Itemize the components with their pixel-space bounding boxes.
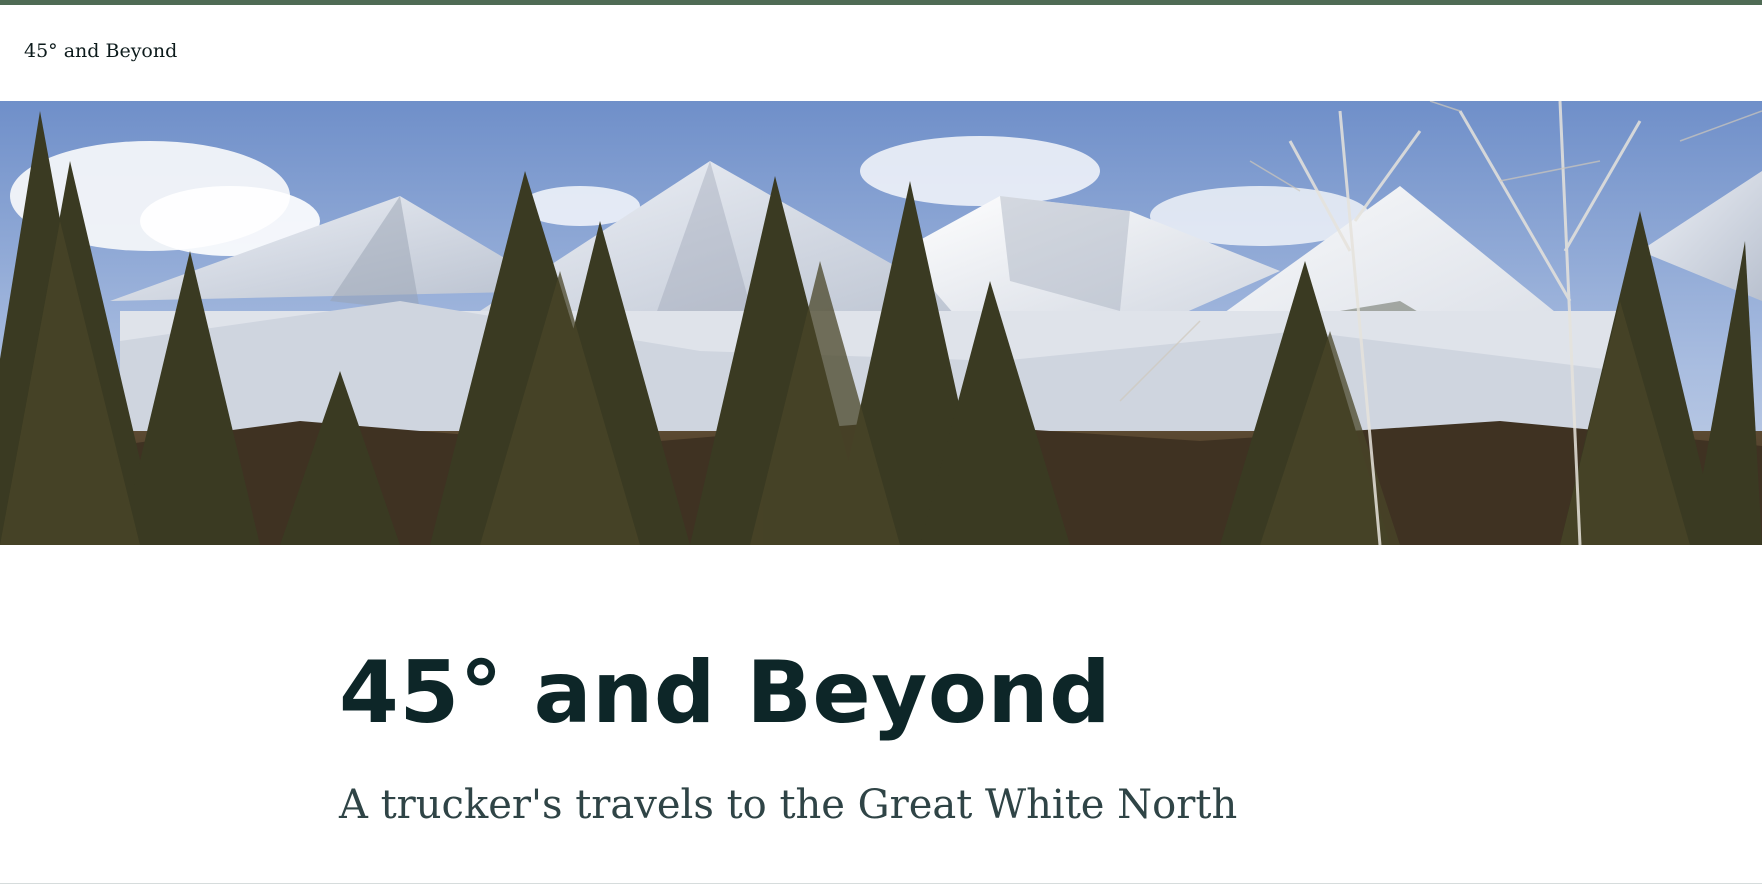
mountain-landscape-icon — [0, 101, 1762, 545]
site-tagline: A trucker's travels to the Great White N… — [339, 782, 1238, 828]
page-title: 45° and Beyond — [339, 643, 1112, 743]
hero-banner-image — [0, 101, 1762, 545]
site-header: 45° and Beyond — [0, 5, 1762, 101]
site-title-link[interactable]: 45° and Beyond — [24, 40, 177, 63]
section-divider — [0, 883, 1762, 884]
